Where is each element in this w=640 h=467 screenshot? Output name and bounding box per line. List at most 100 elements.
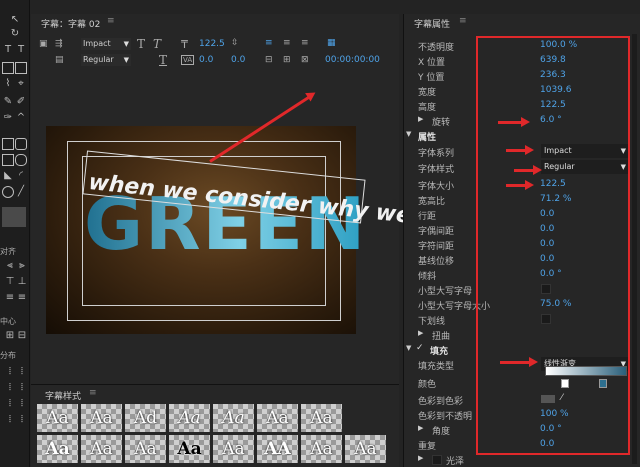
align-right-text-icon[interactable]: ≡ [301,38,309,48]
rounded-rect-icon[interactable] [15,138,27,150]
underline-icon[interactable]: T [159,53,167,67]
font-size-icon: ₸ [181,38,188,51]
timecode[interactable]: 00:00:00:00 [325,55,380,65]
vertical-path-type-icon[interactable]: ⌖ [15,78,27,90]
expand-icon[interactable]: ▶ [418,329,423,337]
font-family-dropdown[interactable]: Impact ▼ [81,38,131,50]
align-right-icon[interactable]: ⫸ [16,260,28,272]
annotation-arrow-fill-type [500,357,538,367]
style-swatch[interactable]: Aa [125,435,166,463]
expand-icon[interactable]: ▶ [418,424,423,432]
leading-value[interactable]: 0.0 [231,55,245,65]
type-icon-2[interactable]: T [15,44,27,56]
style-swatch[interactable]: Aa [81,435,122,463]
scrollbar[interactable] [632,34,637,464]
collapse-icon[interactable]: ▼ [406,130,411,138]
distribute-7-icon[interactable]: ⦙ [4,414,16,426]
clipped-rect-icon[interactable] [2,154,14,166]
row-label: 字偶间距 [418,227,455,237]
title-tab[interactable]: 字幕：字幕 02 [41,17,100,30]
type-icon[interactable]: T [2,44,14,56]
show-background-icon[interactable]: ▦ [327,38,336,48]
style-swatch[interactable]: Aa [345,435,386,463]
italic-icon[interactable]: T [153,37,161,51]
align-center-text-icon[interactable]: ≡ [283,38,291,48]
ellipse-icon[interactable] [2,186,14,198]
align-bottom-icon[interactable]: ⊥ [16,276,28,288]
font-family-value: Impact [83,39,111,48]
font-size-value[interactable]: 122.5 [199,39,225,49]
style-swatch[interactable]: Aa [213,435,254,463]
center-v-icon[interactable]: ⊟ [16,330,28,342]
rectangle-icon[interactable] [2,138,14,150]
align-hcenter-icon[interactable]: ≡ [4,292,16,304]
style-swatch[interactable]: Aa [37,404,78,432]
panel-menu-icon[interactable]: ≡ [459,16,467,26]
row-label: Y 位置 [418,73,445,83]
style-swatch[interactable]: Ad [125,404,166,432]
style-swatch[interactable]: AA [257,435,298,463]
align-top-icon[interactable]: ⊤ [4,276,16,288]
path-type-icon[interactable]: ⌇ [2,78,14,90]
style-swatch[interactable]: Aa [257,404,298,432]
tab-stops-icon[interactable]: ⊟ [265,55,273,65]
convert-anchor-icon[interactable]: ^ [15,112,27,124]
style-swatch[interactable]: Aa [81,404,122,432]
new-title-icon[interactable]: ▣ [39,39,48,49]
align-left-text-icon[interactable]: ≡ [265,38,273,48]
rounded-corner-icon[interactable] [15,154,27,166]
wedge-icon[interactable]: ◣ [2,170,14,182]
style-swatch[interactable]: Aa [169,404,210,432]
vertical-area-type-icon[interactable] [15,62,27,74]
row-label: 小型大写字母 [418,287,473,297]
font-style-dropdown[interactable]: Regular ▼ [81,54,131,66]
font-style-value: Regular [83,55,114,64]
row-label: X 位置 [418,58,446,68]
style-swatch[interactable]: Aa [301,404,342,432]
style-swatch[interactable]: Aa [301,435,342,463]
roll-options-icon[interactable]: ⇶ [55,39,63,49]
templates-icon[interactable]: ▤ [55,55,64,65]
arc-icon[interactable]: ◜ [15,170,27,182]
expand-icon[interactable]: ▶ [418,115,423,123]
panel-menu-icon[interactable]: ≡ [107,16,115,26]
selection-icon[interactable]: ↖ [9,14,21,26]
kerning-icon: VA [181,55,195,65]
center-h-icon[interactable]: ⊞ [4,330,16,342]
kerning-value[interactable]: 0.0 [199,55,213,65]
bold-icon[interactable]: T [137,37,145,51]
canvas-area[interactable]: GREEN when we consider why we [46,126,412,334]
line-icon[interactable]: ╱ [15,186,27,198]
expand-icon[interactable]: ▶ [418,454,423,462]
distribute-8-icon[interactable]: ⦙ [16,414,28,426]
area-type-icon[interactable] [2,62,14,74]
collapse-icon[interactable]: ▼ [406,344,411,352]
tools-panel: ↖ ↻ T T ⌇ ⌖ ✎ ✐ ✑ ^ ◣ ◜ ╱ 对齐 中心 分布 ⫷ ⫸ ⊤… [0,0,30,467]
add-anchor-icon[interactable]: ✐ [15,96,27,108]
align-label: 对齐 [0,247,16,256]
distribute-3-icon[interactable]: ⦙ [4,382,16,394]
fill-check-icon[interactable]: ✓ [416,343,424,353]
row-label: 颜色 [418,380,437,390]
distribute-2-icon[interactable]: ⦙ [16,366,28,378]
annotation-box [476,36,630,455]
panel-menu-icon[interactable]: ≡ [89,388,97,398]
style-swatch[interactable]: Aa [37,435,78,463]
distribute-5-icon[interactable]: ⦙ [4,398,16,410]
sheen-checkbox[interactable] [432,455,442,465]
grid-icon[interactable]: ⊠ [301,55,309,65]
safe-area-icon[interactable]: ⊞ [283,55,291,65]
pen-icon[interactable]: ✎ [2,96,14,108]
center-label: 中心 [0,317,16,326]
align-left-icon[interactable]: ⫷ [4,260,16,272]
annotation-arrow-rotation [498,117,530,127]
style-swatch[interactable]: Aa [213,404,254,432]
distribute-1-icon[interactable]: ⦙ [4,366,16,378]
row-label: 扭曲 [432,332,451,342]
distribute-4-icon[interactable]: ⦙ [16,382,28,394]
align-vcenter-icon[interactable]: ≡ [16,292,28,304]
distribute-6-icon[interactable]: ⦙ [16,398,28,410]
rotate-icon[interactable]: ↻ [9,28,21,40]
delete-anchor-icon[interactable]: ✑ [2,112,14,124]
style-swatch[interactable]: Aa [169,435,210,463]
